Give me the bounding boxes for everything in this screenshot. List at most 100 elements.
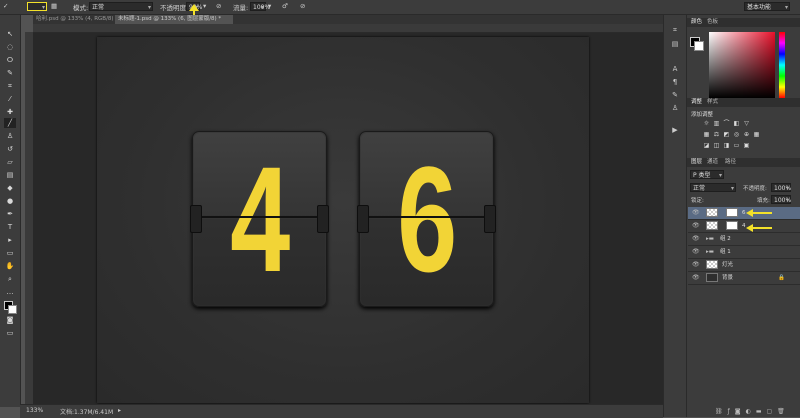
photo-filter-icon[interactable]: ◎ <box>733 132 740 138</box>
layer-name[interactable]: 组 1 <box>720 246 731 258</box>
clone-source-icon[interactable]: ♙ <box>669 103 681 113</box>
delete-layer-icon[interactable]: 🗑 <box>777 408 790 415</box>
new-layer-icon[interactable]: ▢ <box>767 408 778 415</box>
gradient-tool-icon[interactable]: ▤ <box>4 170 16 180</box>
history-brush-tool-icon[interactable]: ↺ <box>4 144 16 154</box>
quick-mask-icon[interactable]: ◙ <box>4 315 16 325</box>
folder-icon[interactable]: ▸▬ <box>706 233 714 245</box>
hand-tool-icon[interactable]: ✋ <box>4 261 16 271</box>
tab-document-2[interactable]: 未标题-1.psd @ 133% (6, 图层蒙版/8) * <box>115 15 233 24</box>
tab-document-1[interactable]: 哈利.psd @ 133% (4, RGB/8) * <box>33 15 113 24</box>
curves-icon[interactable]: ⌒ <box>723 121 730 127</box>
exposure-icon[interactable]: ◧ <box>733 121 740 127</box>
invert-icon[interactable]: ◪ <box>703 143 710 149</box>
visibility-eye-icon[interactable]: 👁 <box>692 207 700 219</box>
add-mask-icon[interactable]: ◙ <box>735 408 746 415</box>
tab-paths[interactable]: 路径 <box>725 158 736 167</box>
levels-icon[interactable]: ▥ <box>713 121 720 127</box>
shape-tool-icon[interactable]: ▭ <box>4 248 16 258</box>
layer-name[interactable]: 4 <box>742 220 746 232</box>
blur-tool-icon[interactable]: ◆ <box>4 183 16 193</box>
background-color-swatch[interactable] <box>8 305 17 314</box>
tab-layers[interactable]: 图层 <box>691 158 702 167</box>
healing-brush-tool-icon[interactable]: ✚ <box>4 107 16 117</box>
brush-tool-icon[interactable]: ╱ <box>4 118 16 128</box>
flow-arrow-icon[interactable]: ▾ <box>268 2 271 10</box>
type-tool-icon[interactable]: T <box>4 222 16 232</box>
tab-styles[interactable]: 样式 <box>707 98 718 107</box>
layer-mask-thumbnail[interactable] <box>726 208 738 217</box>
layer-name[interactable]: 背景 <box>722 272 733 284</box>
visibility-eye-icon[interactable]: 👁 <box>692 220 700 232</box>
vibrance-icon[interactable]: ▽ <box>743 121 750 127</box>
eraser-tool-icon[interactable]: ▱ <box>4 157 16 167</box>
hue-slider[interactable] <box>779 32 785 98</box>
mode-select[interactable]: 正常 <box>89 2 153 12</box>
layer-row-light[interactable]: 👁 灯光 <box>688 259 800 272</box>
fx-icon[interactable]: ƒ <box>728 408 735 415</box>
blend-mode-select[interactable]: 正常 <box>690 183 736 193</box>
actions-panel-icon[interactable]: ▶ <box>669 125 681 135</box>
layer-name[interactable]: 6 <box>742 207 746 219</box>
visibility-eye-icon[interactable]: 👁 <box>692 259 700 271</box>
layer-row-4[interactable]: 👁 4 <box>688 220 800 233</box>
posterize-icon[interactable]: ◫ <box>713 143 720 149</box>
history-panel-icon[interactable]: ⌗ <box>669 25 681 35</box>
crop-tool-icon[interactable]: ⌗ <box>4 81 16 91</box>
link-layers-icon[interactable]: ⛓ <box>715 408 728 415</box>
layer-row-6[interactable]: 👁 6 <box>688 207 800 220</box>
pen-tool-icon[interactable]: ✒ <box>4 209 16 219</box>
paragraph-panel-icon[interactable]: ¶ <box>669 77 681 87</box>
new-group-icon[interactable]: ▬ <box>756 408 767 415</box>
lasso-tool-icon[interactable]: ⵔ <box>4 55 16 65</box>
tab-swatches[interactable]: 色板 <box>707 18 718 27</box>
marquee-tool-icon[interactable]: ◌ <box>4 42 16 52</box>
character-panel-icon[interactable]: A <box>669 64 681 74</box>
layer-mask-thumbnail[interactable] <box>726 221 738 230</box>
pressure-size-icon[interactable]: ⊘ <box>300 2 305 10</box>
opacity-arrow-icon[interactable]: ▾ <box>203 2 206 10</box>
layer-name[interactable]: 组 2 <box>720 233 731 245</box>
color-lookup-icon[interactable]: ▦ <box>753 132 760 138</box>
visibility-eye-icon[interactable]: 👁 <box>692 272 700 284</box>
black-white-icon[interactable]: ◩ <box>723 132 730 138</box>
hue-saturation-icon[interactable]: ▦ <box>703 132 710 138</box>
move-tool-icon[interactable]: ↖ <box>4 29 16 39</box>
panel-background-swatch[interactable] <box>694 41 704 51</box>
zoom-tool-icon[interactable]: ⌕ <box>4 274 16 284</box>
workspace-select[interactable]: 基本功能 <box>744 2 790 12</box>
layer-name[interactable]: 灯光 <box>722 259 733 271</box>
layer-row-background[interactable]: 👁 背景 🔒 <box>688 272 800 285</box>
clone-stamp-tool-icon[interactable]: ♙ <box>4 131 16 141</box>
layer-row-group-1[interactable]: 👁 ▸▬ 组 1 <box>688 246 800 259</box>
screen-mode-icon[interactable]: ▭ <box>4 328 16 338</box>
layer-filter-select[interactable]: P 类型 <box>690 170 724 180</box>
color-balance-icon[interactable]: ⚖ <box>713 132 720 138</box>
brush-tool-icon[interactable]: ✓ <box>3 2 8 10</box>
brush-preset-picker[interactable] <box>27 2 47 12</box>
brightness-icon[interactable]: ☼ <box>703 121 710 127</box>
fill-input[interactable]: 100% <box>771 195 791 205</box>
properties-panel-icon[interactable]: ▤ <box>669 39 681 49</box>
brush-panel-icon[interactable]: ▦ <box>51 2 57 10</box>
selective-color-icon[interactable]: ▣ <box>743 143 750 149</box>
layer-opacity-input[interactable]: 100% <box>771 183 791 193</box>
path-select-tool-icon[interactable]: ▸ <box>4 235 16 245</box>
visibility-eye-icon[interactable]: 👁 <box>692 233 700 245</box>
airbrush-icon[interactable]: ♂ <box>282 2 288 10</box>
tab-color[interactable]: 颜色 <box>691 18 702 27</box>
status-arrow-icon[interactable]: ▸ <box>118 407 121 414</box>
adjustment-layer-icon[interactable]: ◐ <box>746 408 756 415</box>
tab-adjustments[interactable]: 调整 <box>691 98 702 107</box>
visibility-eye-icon[interactable]: 👁 <box>692 246 700 258</box>
brush-panel-icon[interactable]: ✎ <box>669 90 681 100</box>
document-canvas[interactable]: 4 6 <box>97 37 589 403</box>
folder-icon[interactable]: ▸▬ <box>706 246 714 258</box>
zoom-level[interactable]: 133% <box>26 407 43 414</box>
tab-channels[interactable]: 通道 <box>707 158 718 167</box>
dodge-tool-icon[interactable]: ● <box>4 196 16 206</box>
quick-select-tool-icon[interactable]: ✎ <box>4 68 16 78</box>
pressure-opacity-icon[interactable]: ⊘ <box>216 2 221 10</box>
threshold-icon[interactable]: ◨ <box>723 143 730 149</box>
layer-row-group-2[interactable]: 👁 ▸▬ 组 2 <box>688 233 800 246</box>
